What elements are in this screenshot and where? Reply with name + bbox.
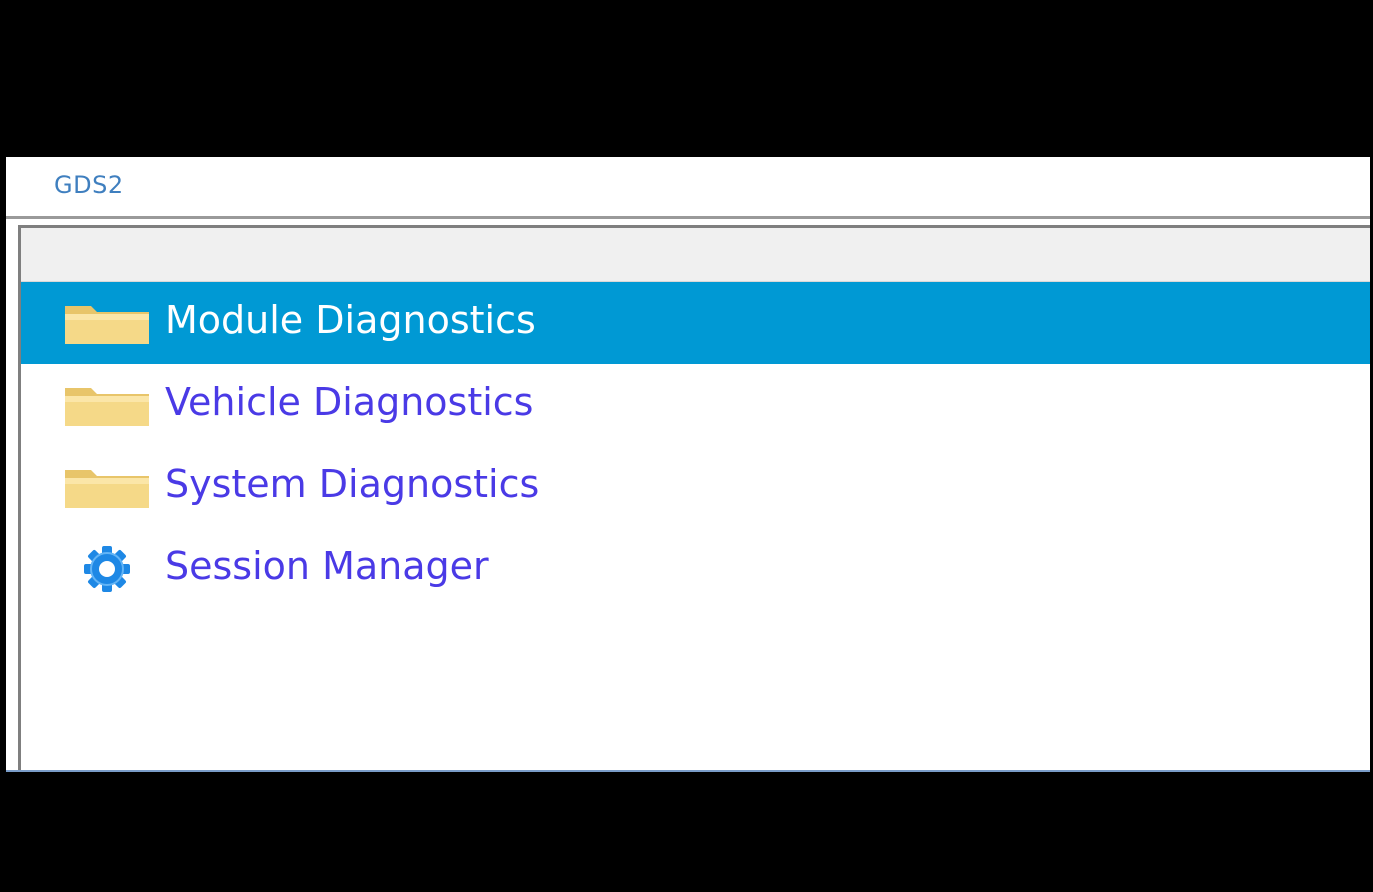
folder-icon (61, 382, 153, 428)
folder-icon (61, 464, 153, 510)
search-bar[interactable] (21, 228, 1370, 282)
menu-item-label: Vehicle Diagnostics (165, 380, 534, 424)
letterbox-bottom (0, 772, 1373, 892)
title-bar: GDS2 (6, 157, 1370, 219)
menu-item-session-manager[interactable]: Session Manager (21, 528, 1370, 610)
menu-item-label: System Diagnostics (165, 462, 540, 506)
search-input[interactable] (21, 228, 1370, 281)
menu-item-label: Session Manager (165, 544, 489, 588)
navigation-panel: Module Diagnostics Vehicle Diagnostics S… (18, 225, 1370, 770)
window-title: GDS2 (54, 171, 124, 199)
menu-item-system-diagnostics[interactable]: System Diagnostics (21, 446, 1370, 528)
folder-icon (61, 300, 153, 346)
app-window: GDS2 Module Diagnostics Vehicle Diagnost… (6, 157, 1370, 772)
menu-item-module-diagnostics[interactable]: Module Diagnostics (21, 282, 1370, 364)
menu-item-vehicle-diagnostics[interactable]: Vehicle Diagnostics (21, 364, 1370, 446)
gear-icon (61, 546, 153, 592)
letterbox-top (0, 0, 1373, 157)
menu-item-label: Module Diagnostics (165, 298, 536, 342)
